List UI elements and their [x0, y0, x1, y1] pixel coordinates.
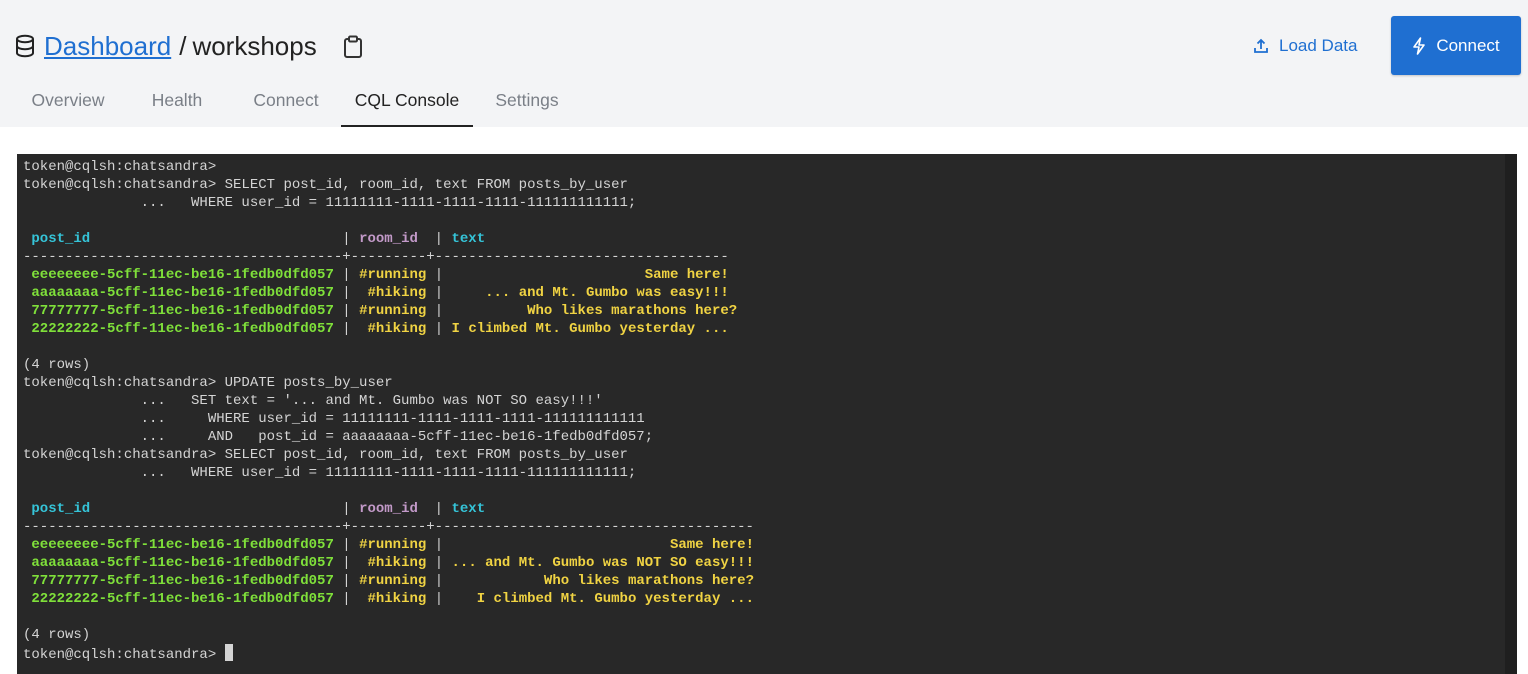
result-header-row: post_id | room_id | text — [23, 500, 754, 518]
text-cell: ... and Mt. Gumbo was NOT SO easy!!! — [451, 555, 754, 571]
prompt-text: token@cqlsh:chatsandra> — [23, 647, 225, 663]
room-id-cell: #running — [359, 573, 427, 589]
breadcrumb: Dashboard / workshops — [44, 28, 317, 64]
console-line: ... AND post_id = aaaaaaaa-5cff-11ec-be1… — [23, 428, 754, 446]
console-line: ... SET text = '... and Mt. Gumbo was NO… — [23, 392, 754, 410]
console-line-text: (4 rows) — [23, 627, 91, 643]
post-id-cell: eeeeeeee-5cff-11ec-be16-1fedb0dfd057 — [23, 537, 334, 553]
text-cell: ... and Mt. Gumbo was easy!!! — [451, 285, 729, 301]
console-line-text: ... WHERE user_id = 11111111-1111-1111-1… — [23, 411, 645, 427]
console-line: token@cqlsh:chatsandra> — [23, 158, 754, 176]
page-header: Dashboard / workshops Load Data Connect Ov… — [0, 0, 1528, 127]
column-separator: | — [417, 501, 452, 517]
room-id-cell: #hiking — [359, 321, 427, 337]
tab-health[interactable]: Health — [136, 78, 218, 127]
tab-overview[interactable]: Overview — [18, 78, 118, 127]
console-line-text: (4 rows) — [23, 357, 91, 373]
post-id-cell: 22222222-5cff-11ec-be16-1fedb0dfd057 — [23, 321, 334, 337]
room-id-cell: #hiking — [359, 591, 427, 607]
console-line-text: token@cqlsh:chatsandra> — [23, 159, 217, 175]
clipboard-icon[interactable] — [342, 35, 364, 59]
column-header-text: text — [451, 231, 486, 247]
room-id-cell: #running — [359, 537, 427, 553]
load-data-label: Load Data — [1279, 36, 1358, 55]
column-separator: | — [90, 231, 360, 247]
post-id-cell: eeeeeeee-5cff-11ec-be16-1fedb0dfd057 — [23, 267, 334, 283]
column-header-room-id: room_id — [359, 501, 418, 517]
console-line: --------------------------------------+-… — [23, 518, 754, 536]
load-data-button[interactable]: Load Data — [1243, 26, 1375, 66]
text-cell: I climbed Mt. Gumbo yesterday ... — [451, 591, 754, 607]
cql-console-terminal[interactable]: token@cqlsh:chatsandra> token@cqlsh:chats… — [17, 154, 1517, 674]
console-line: (4 rows) — [23, 626, 754, 644]
console-line: ... WHERE user_id = 11111111-1111-1111-1… — [23, 464, 754, 482]
console-line-text: --------------------------------------+-… — [23, 249, 729, 265]
connect-label: Connect — [1436, 35, 1500, 55]
post-id-cell: aaaaaaaa-5cff-11ec-be16-1fedb0dfd057 — [23, 285, 334, 301]
connect-button[interactable]: Connect — [1391, 16, 1521, 75]
tab-connect[interactable]: Connect — [240, 78, 332, 127]
result-row: aaaaaaaa-5cff-11ec-be16-1fedb0dfd057 | #… — [23, 285, 729, 301]
room-id-cell: #running — [359, 267, 427, 283]
console-line: token@cqlsh:chatsandra> SELECT post_id, … — [23, 176, 754, 194]
post-id-cell: 22222222-5cff-11ec-be16-1fedb0dfd057 — [23, 591, 334, 607]
result-row: eeeeeeee-5cff-11ec-be16-1fedb0dfd057 | #… — [23, 267, 729, 283]
console-line: --------------------------------------+-… — [23, 248, 754, 266]
column-header-room-id: room_id — [359, 231, 418, 247]
tab-settings[interactable]: Settings — [482, 78, 572, 127]
post-id-cell: 77777777-5cff-11ec-be16-1fedb0dfd057 — [23, 573, 334, 589]
column-separator: | — [417, 231, 452, 247]
result-row: 77777777-5cff-11ec-be16-1fedb0dfd057 | #… — [23, 573, 754, 589]
column-header-post-id: post_id — [23, 501, 91, 517]
database-name: workshops — [192, 31, 317, 61]
upload-icon — [1254, 38, 1268, 53]
database-icon — [16, 34, 34, 58]
column-separator: | — [90, 501, 360, 517]
prompt-line: token@cqlsh:chatsandra> — [23, 644, 754, 663]
result-row: 22222222-5cff-11ec-be16-1fedb0dfd057 | #… — [23, 321, 729, 337]
console-line-text: token@cqlsh:chatsandra> UPDATE posts_by_… — [23, 375, 393, 391]
room-id-cell: #hiking — [359, 285, 427, 301]
console-line: token@cqlsh:chatsandra> UPDATE posts_by_… — [23, 374, 754, 392]
column-header-post-id: post_id — [23, 231, 91, 247]
result-row: aaaaaaaa-5cff-11ec-be16-1fedb0dfd057 | #… — [23, 555, 754, 571]
post-id-cell: 77777777-5cff-11ec-be16-1fedb0dfd057 — [23, 303, 334, 319]
console-line: ... WHERE user_id = 11111111-1111-1111-1… — [23, 194, 754, 212]
breadcrumb-separator: / — [179, 31, 187, 61]
console-line-text: token@cqlsh:chatsandra> SELECT post_id, … — [23, 177, 628, 193]
tab-cql-console[interactable]: CQL Console — [341, 78, 473, 127]
room-id-cell: #hiking — [359, 555, 427, 571]
lightning-icon — [1413, 36, 1426, 55]
console-line-text: ... AND post_id = aaaaaaaa-5cff-11ec-be1… — [23, 429, 654, 445]
result-row: 77777777-5cff-11ec-be16-1fedb0dfd057 | #… — [23, 303, 738, 319]
breadcrumb-dashboard-link[interactable]: Dashboard — [44, 31, 171, 61]
result-row: 22222222-5cff-11ec-be16-1fedb0dfd057 | #… — [23, 591, 754, 607]
text-cell: Same here! — [451, 537, 754, 553]
room-id-cell: #running — [359, 303, 427, 319]
result-row: eeeeeeee-5cff-11ec-be16-1fedb0dfd057 | #… — [23, 537, 754, 553]
console-line-text: ... WHERE user_id = 11111111-1111-1111-1… — [23, 195, 637, 211]
post-id-cell: aaaaaaaa-5cff-11ec-be16-1fedb0dfd057 — [23, 555, 334, 571]
terminal-scrollbar[interactable] — [1505, 154, 1517, 674]
console-line-text: token@cqlsh:chatsandra> SELECT post_id, … — [23, 447, 628, 463]
console-line: token@cqlsh:chatsandra> SELECT post_id, … — [23, 446, 754, 464]
console-line: (4 rows) — [23, 356, 754, 374]
console-line-text: --------------------------------------+-… — [23, 519, 754, 535]
text-cell: Who likes marathons here? — [451, 303, 738, 319]
result-header-row: post_id | room_id | text — [23, 230, 754, 248]
text-cursor[interactable] — [224, 644, 233, 661]
text-cell: Same here! — [451, 267, 729, 283]
column-header-text: text — [451, 501, 486, 517]
terminal-output: token@cqlsh:chatsandra> token@cqlsh:chats… — [23, 158, 754, 663]
console-line-text: ... WHERE user_id = 11111111-1111-1111-1… — [23, 465, 637, 481]
console-line-text: ... SET text = '... and Mt. Gumbo was NO… — [23, 393, 603, 409]
console-line: ... WHERE user_id = 11111111-1111-1111-1… — [23, 410, 754, 428]
text-cell: I climbed Mt. Gumbo yesterday ... — [451, 321, 729, 337]
text-cell: Who likes marathons here? — [451, 573, 754, 589]
